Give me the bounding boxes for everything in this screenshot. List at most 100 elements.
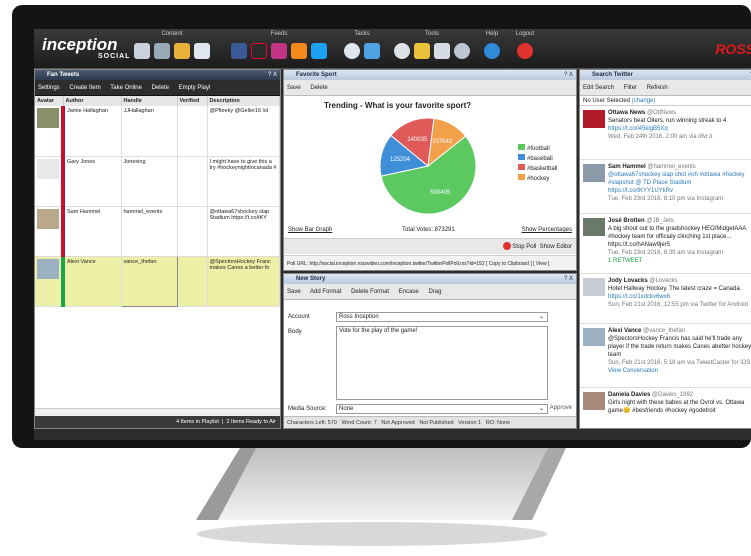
total-votes: Total Votes: 873291: [402, 227, 455, 233]
handle-cell: JJHallaghan: [121, 106, 178, 157]
search-toolbar: Edit Search Filter Refresh: [580, 80, 751, 96]
verified-cell: [177, 106, 208, 157]
col-avatar[interactable]: Avatar: [35, 96, 64, 106]
rss-icon[interactable]: [291, 43, 307, 59]
pane-close-icon[interactable]: ? X: [268, 70, 277, 80]
key-icon[interactable]: [414, 43, 430, 59]
clock-icon[interactable]: [344, 43, 360, 59]
stop-poll-icon[interactable]: [502, 242, 511, 251]
feeds-group: Feeds: [224, 31, 334, 59]
tasks-group: Tasks: [340, 31, 384, 59]
pane-title: Search Twitter? X: [580, 70, 751, 80]
logout-icon[interactable]: [517, 43, 533, 59]
pane-close-icon[interactable]: ? X: [564, 274, 573, 284]
col-verified[interactable]: Verified: [177, 96, 208, 106]
search-twitter-pane: Search Twitter? X Edit Search Filter Ref…: [579, 69, 751, 429]
twitter-icon[interactable]: [311, 43, 327, 59]
media-source-select[interactable]: None ⌄: [336, 404, 548, 414]
window-icon[interactable]: [434, 43, 450, 59]
account-select[interactable]: Ross Inception ⌄: [336, 312, 548, 322]
delete-format-button[interactable]: Delete Format: [351, 289, 389, 295]
logout-group: Logout: [510, 31, 540, 59]
flickr-icon[interactable]: [251, 43, 267, 59]
pie-slice-label: 107643: [432, 139, 453, 145]
delete-button[interactable]: Delete: [152, 85, 169, 91]
drag-button[interactable]: Drag: [428, 289, 441, 295]
table-row[interactable]: Sam Hammel hammel_events @ottawa67shocke…: [35, 206, 280, 257]
pie-slice-label: 125204: [390, 157, 411, 163]
legend-item: #football: [518, 144, 557, 154]
legend-swatch: [518, 164, 525, 170]
view-link[interactable]: [ View ]: [533, 261, 549, 267]
approve-button[interactable]: Approve: [550, 405, 572, 411]
copy-to-clipboard-link[interactable]: [ Copy to Clipboard ]: [486, 261, 532, 267]
create-item-button[interactable]: Create Item: [69, 85, 100, 91]
settings-button[interactable]: Settings: [38, 85, 60, 91]
new-story-pane: New Story? X Save Add Format Delete Form…: [283, 273, 577, 429]
pane-close-icon[interactable]: ? X: [564, 70, 573, 80]
encase-button[interactable]: Encase: [399, 289, 419, 295]
document-icon[interactable]: [194, 43, 210, 59]
tweet-item[interactable]: Alexi Vance @vance_thefan @SpectorsHockey…: [580, 324, 751, 388]
refresh-button[interactable]: Refresh: [647, 85, 668, 91]
horizontal-scrollbar[interactable]: [35, 408, 280, 416]
fan-tweets-toolbar: Settings Create Item Take Online Delete …: [35, 80, 280, 96]
delete-button[interactable]: Delete: [310, 85, 327, 91]
monitor-bezel: inception SOCIAL Content Feeds Tasks Tool…: [12, 5, 751, 448]
tweet-item[interactable]: Ottawa News @OttNews Senators beat Oilers…: [580, 106, 751, 160]
account-label: Account: [288, 314, 310, 320]
poll-toolbar: Save Delete: [284, 80, 576, 96]
grid-icon[interactable]: [134, 43, 150, 59]
user-selection: No User Selected (change): [580, 96, 751, 106]
facebook-icon[interactable]: [231, 43, 247, 59]
filter-button[interactable]: Filter: [624, 85, 637, 91]
save-button[interactable]: Save: [287, 289, 301, 295]
body-textarea[interactable]: Vote for the play of the game!: [336, 326, 548, 400]
show-editor-button[interactable]: Show Editor: [540, 244, 572, 250]
edit-search-button[interactable]: Edit Search: [583, 85, 614, 91]
chevron-down-icon: ⌄: [538, 406, 544, 412]
add-format-button[interactable]: Add Format: [310, 289, 341, 295]
empty-playlist-button[interactable]: Empty Playl: [179, 85, 211, 91]
table-row-selected[interactable]: Alexi Vance vance_thefan @SpectorsHockey…: [35, 255, 280, 307]
main-toolbar: inception SOCIAL Content Feeds Tasks Tool…: [34, 29, 751, 69]
description-cell: @ottawa67shockey slap Stadium https://t.…: [207, 206, 280, 257]
change-user-link[interactable]: (change): [632, 98, 656, 104]
instagram-icon[interactable]: [271, 43, 287, 59]
approve-icon[interactable]: [364, 43, 380, 59]
pane-title: Favorite Sport? X: [284, 70, 576, 80]
show-percentages-link[interactable]: Show Percentages: [522, 227, 572, 233]
col-description[interactable]: Description: [207, 96, 280, 106]
ross-brand: ROSS: [715, 41, 751, 57]
chevron-down-icon: ⌄: [538, 314, 544, 320]
avatar: [37, 258, 59, 279]
col-handle[interactable]: Handle: [121, 96, 178, 106]
pie-slice-label: 140035: [407, 137, 428, 143]
tweet-item[interactable]: Sam Hammel @hammel_events @ottawa67shocke…: [580, 160, 751, 214]
verified-cell: [177, 156, 208, 207]
legend-item: #hockey: [518, 174, 557, 184]
tweet-item[interactable]: Daniela Davies @Davies_1992 Girls night w…: [580, 388, 751, 428]
tweet-item[interactable]: Jody Lovacks @Lovacks Hotel Hallway Hocke…: [580, 274, 751, 324]
favorite-sport-pane: Favorite Sport? X Save Delete Trending -…: [283, 69, 577, 271]
avatar: [583, 110, 605, 128]
save-button[interactable]: Save: [287, 85, 301, 91]
inception-logo: inception SOCIAL: [42, 35, 131, 60]
stop-poll-button[interactable]: Stop Poll: [512, 244, 536, 250]
author-cell: Gary Jones: [63, 156, 122, 207]
table-row[interactable]: Jamie Hallaghan JJHallaghan @Pfleeky @Ge…: [35, 106, 280, 157]
help-icon[interactable]: [484, 43, 500, 59]
stack-icon[interactable]: [154, 43, 170, 59]
show-bar-graph-link[interactable]: Show Bar Graph: [288, 227, 332, 233]
search-icon[interactable]: [454, 43, 470, 59]
chart-icon[interactable]: [174, 43, 190, 59]
col-author[interactable]: Author: [63, 96, 122, 106]
gear-icon[interactable]: [394, 43, 410, 59]
legend-item: #basketball: [518, 164, 557, 174]
avatar: [583, 392, 605, 410]
handle-cell: Jonesing: [121, 156, 178, 207]
verified-cell: [177, 206, 208, 257]
take-online-button[interactable]: Take Online: [110, 85, 142, 91]
tweet-item[interactable]: José Brotten @JB_Jets A big shout out to …: [580, 214, 751, 274]
table-row[interactable]: Gary Jones Jonesing I might have to give…: [35, 156, 280, 207]
